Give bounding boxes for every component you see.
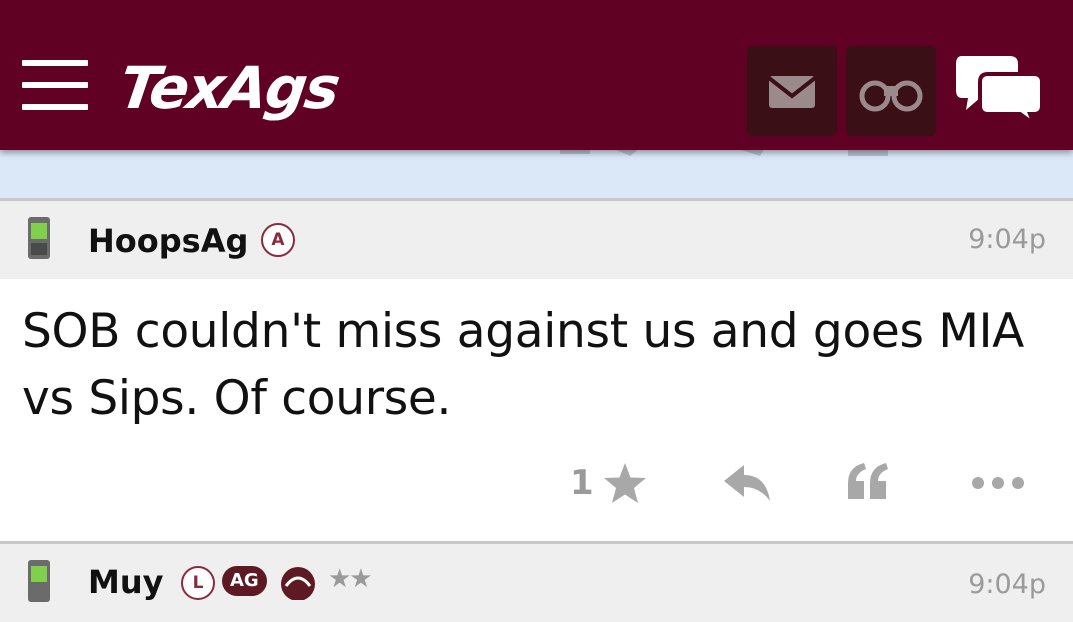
chat-icon bbox=[956, 56, 1044, 130]
mail-icon bbox=[767, 76, 817, 108]
team-helmet-icon bbox=[281, 567, 315, 600]
post-username[interactable]: HoopsAg bbox=[88, 221, 248, 261]
post-header: Muy L AG ★★ 9:04p bbox=[0, 544, 1073, 622]
star-icon[interactable] bbox=[602, 461, 648, 505]
post-body-text: SOB couldn't miss against us and goes MI… bbox=[22, 304, 1025, 426]
binoculars-icon bbox=[859, 80, 923, 112]
ag-badge: AG bbox=[222, 566, 267, 596]
post-username[interactable]: Muy bbox=[88, 562, 163, 602]
watch-button[interactable] bbox=[846, 46, 936, 136]
post-header: HoopsAg A 9:04p bbox=[0, 201, 1073, 279]
messages-button[interactable] bbox=[747, 46, 837, 136]
previous-post-actions bbox=[0, 148, 1073, 198]
reply-icon[interactable] bbox=[722, 463, 772, 503]
star-count: 1 bbox=[570, 463, 594, 503]
texags-logo[interactable]: TexAgs bbox=[115, 52, 343, 124]
quote-icon[interactable] bbox=[846, 461, 890, 501]
menu-icon[interactable] bbox=[22, 60, 88, 110]
user-stars: ★★ bbox=[328, 564, 373, 594]
chat-button[interactable] bbox=[954, 52, 1046, 130]
mobile-device-icon bbox=[28, 217, 50, 259]
app-header: TexAgs bbox=[0, 0, 1073, 150]
post-actions: 1 bbox=[0, 455, 1073, 515]
post-time: 9:04p bbox=[968, 224, 1046, 255]
post-time: 9:04p bbox=[968, 569, 1046, 600]
more-options-icon[interactable] bbox=[970, 475, 1026, 491]
admin-badge: A bbox=[261, 223, 295, 257]
l-badge: L bbox=[181, 566, 215, 600]
